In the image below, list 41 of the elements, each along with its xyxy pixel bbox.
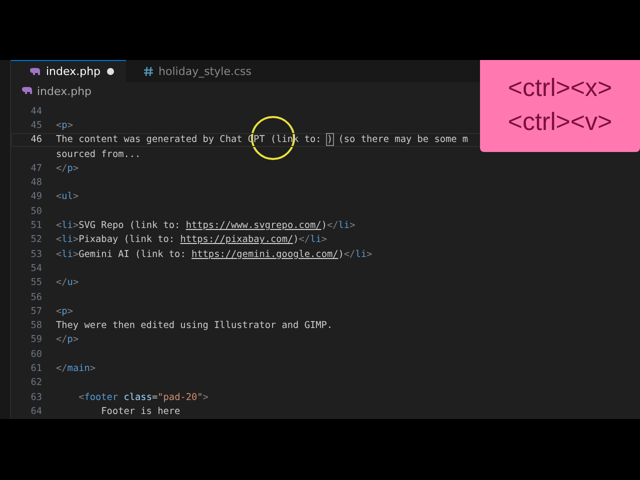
code-line: <li>Gemini AI (link to: https://gemini.google.com/)</li>	[56, 248, 372, 260]
code-line: <p>	[56, 120, 73, 131]
code-line: Footer is here	[100, 406, 180, 417]
line-number: 48	[30, 177, 43, 188]
code-line: <li>Pixabay (link to: https://pixabay.com/)</li>	[56, 234, 328, 246]
line-number: 49	[30, 191, 43, 202]
line-number: 58	[30, 320, 43, 332]
line-number: 55	[30, 277, 43, 288]
code-line: </u>	[56, 277, 79, 288]
line-number: 44	[30, 106, 43, 117]
editor-tab[interactable]: index.php	[11, 60, 126, 82]
line-number: 46	[30, 134, 43, 146]
hash-icon	[144, 66, 153, 76]
elephant-icon	[29, 68, 40, 76]
code-line: </main>	[56, 362, 96, 374]
line-number: 56	[30, 292, 43, 302]
code-line: <p>	[56, 306, 73, 317]
keystroke-text: <ctrl><v>	[508, 107, 612, 138]
line-number: 47	[30, 162, 43, 174]
line-number: 63	[30, 392, 43, 403]
line-number: 54	[30, 262, 43, 274]
line-number: 53	[30, 248, 43, 260]
line-number: 57	[30, 306, 43, 317]
line-number: 50	[30, 206, 43, 217]
line-number: 60	[30, 348, 43, 360]
line-number: 62	[30, 377, 43, 388]
line-number: 45	[30, 120, 43, 131]
code-line: sourced from...	[56, 148, 141, 160]
line-number: 64	[30, 406, 43, 417]
line-number: 59	[30, 334, 43, 346]
line-number: 52	[30, 234, 43, 246]
code-line: <li>SVG Repo (link to: https://www.svgrepo.com/)</li>	[56, 220, 356, 232]
code-line: They were then edited using Illustrator and GIMP.	[56, 320, 333, 332]
code-line: <footer class="pad-20">	[78, 392, 208, 403]
keystroke-text: <ctrl><x>	[508, 73, 612, 104]
code-line: <ul>	[56, 191, 79, 202]
code-line: </p>	[56, 334, 79, 346]
code-line: </p>	[56, 162, 79, 174]
line-number: 61	[30, 362, 43, 374]
line-number: 51	[30, 220, 43, 232]
elephant-icon	[21, 87, 32, 95]
